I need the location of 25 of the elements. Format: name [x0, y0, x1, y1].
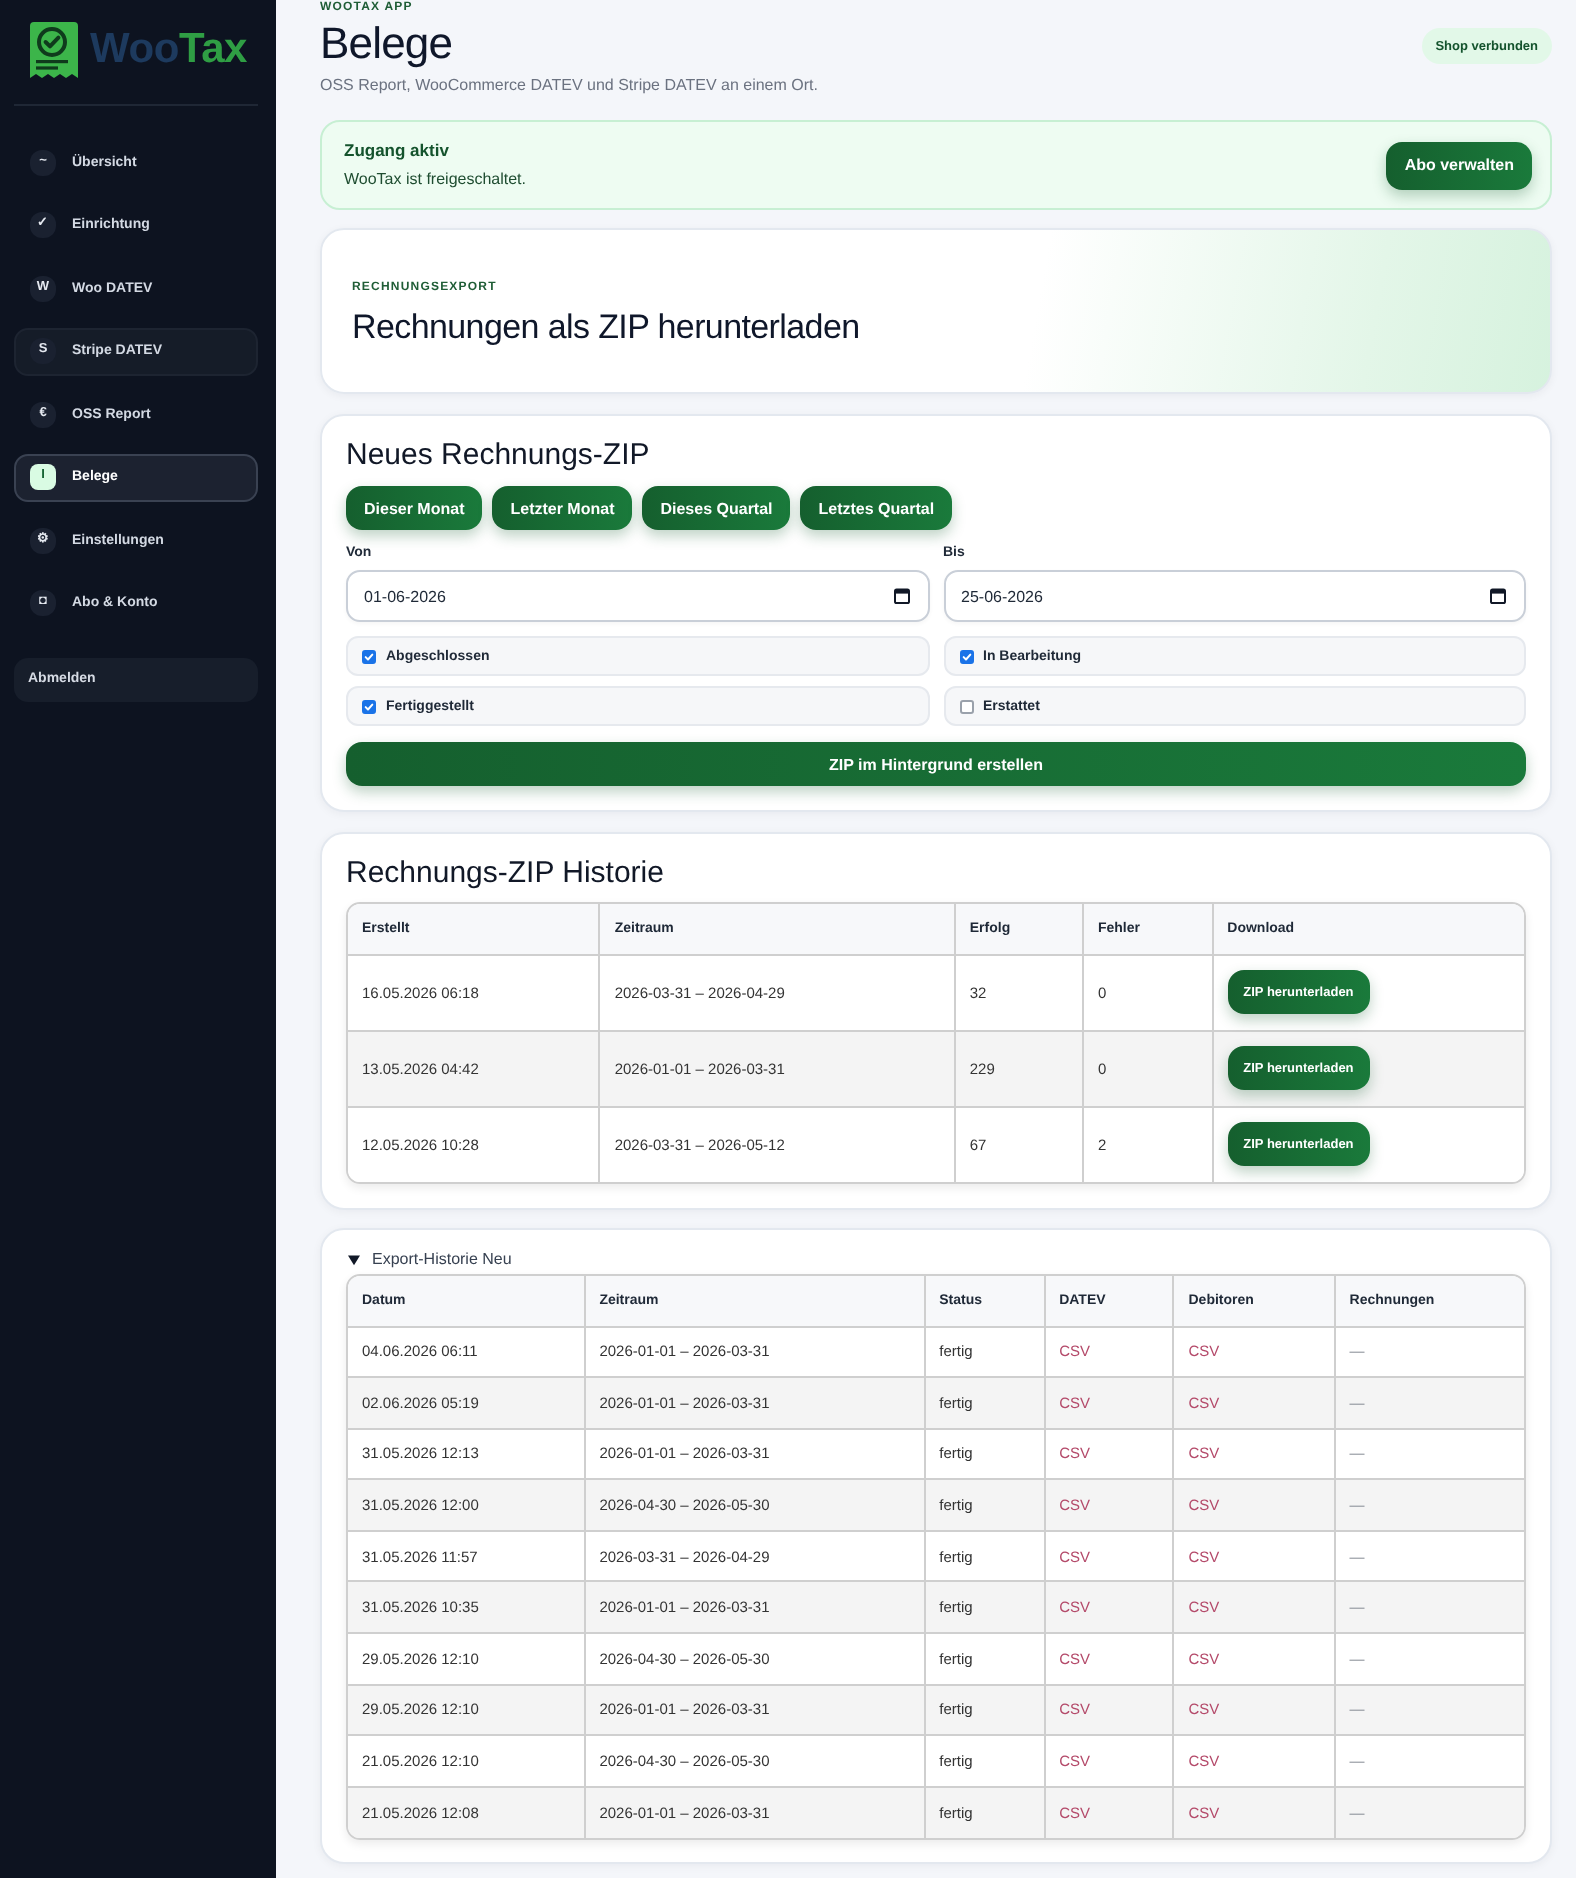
date-field[interactable]: 25-06-2026 [943, 570, 1526, 622]
checkbox[interactable] [959, 699, 973, 713]
caret-icon[interactable] [348, 1254, 360, 1266]
banner-title: Zugang aktiv [344, 140, 451, 160]
preset-button[interactable]: Letztes Quartal [800, 486, 953, 530]
page-title: Belege [320, 16, 455, 72]
create-zip-button[interactable]: ZIP im Hintergrund erstellen [346, 742, 1526, 786]
preset-button[interactable]: Dieser Monat [346, 486, 483, 530]
card-title: Rechnungs-ZIP Historie [346, 854, 666, 894]
receipt-check-logo-icon [24, 20, 80, 80]
banner-text: WooTax ist freigeschaltet. [344, 170, 527, 190]
card-title: Neues Rechnungs-ZIP [346, 436, 652, 476]
page-subtitle: OSS Report, WooCommerce DATEV und Stripe DATEV an einem Ort. [320, 76, 818, 96]
preset-button[interactable]: Letzter Monat [492, 486, 633, 530]
hero-title: Rechnungen als ZIP herunterladen [352, 306, 862, 348]
checkbox[interactable] [362, 699, 376, 713]
calendar-icon[interactable] [893, 588, 909, 604]
calendar-icon[interactable] [1490, 588, 1506, 604]
checkbox[interactable] [362, 649, 376, 663]
logo-wordmark: WooTax [90, 26, 248, 74]
checkbox[interactable] [959, 649, 973, 663]
manage-subscription-button[interactable]: Abo verwalten [1386, 141, 1532, 189]
preset-button[interactable]: Dieses Quartal [642, 486, 791, 530]
export-history-toggle[interactable]: Export-Historie Neu [348, 1250, 512, 1270]
date-field[interactable]: 01-06-2026 [346, 570, 929, 622]
